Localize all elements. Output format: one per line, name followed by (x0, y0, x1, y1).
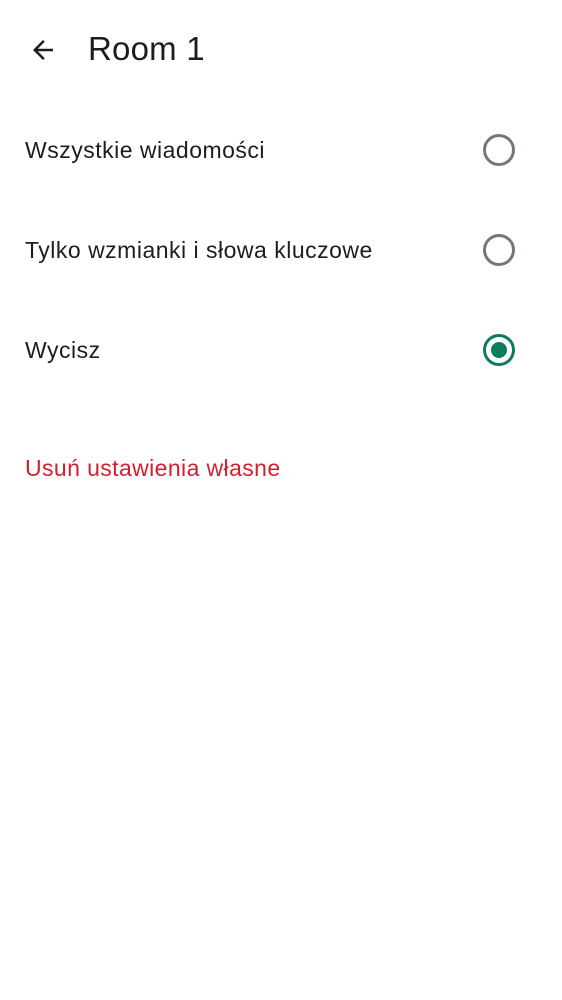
option-label: Wszystkie wiadomości (25, 137, 266, 163)
option-mentions-keywords[interactable]: Tylko wzmianki i słowa kluczowe (0, 200, 562, 300)
option-label: Wycisz (25, 337, 101, 363)
option-label: Tylko wzmianki i słowa kluczowe (25, 237, 373, 263)
option-mute[interactable]: Wycisz (0, 300, 562, 400)
page-title: Room 1 (88, 30, 205, 67)
app-bar: Room 1 (0, 0, 562, 100)
radio-mentions-keywords[interactable] (483, 234, 515, 266)
notification-settings-screen: Room 1 Wszystkie wiadomości Tylko wzmian… (0, 0, 562, 1000)
radio-all-messages[interactable] (483, 134, 515, 166)
radio-mute[interactable] (483, 334, 515, 366)
option-all-messages[interactable]: Wszystkie wiadomości (0, 100, 562, 200)
reset-custom-settings-button[interactable]: Usuń ustawienia własne (25, 452, 281, 484)
back-button[interactable] (19, 26, 67, 74)
arrow-left-icon (33, 40, 53, 60)
